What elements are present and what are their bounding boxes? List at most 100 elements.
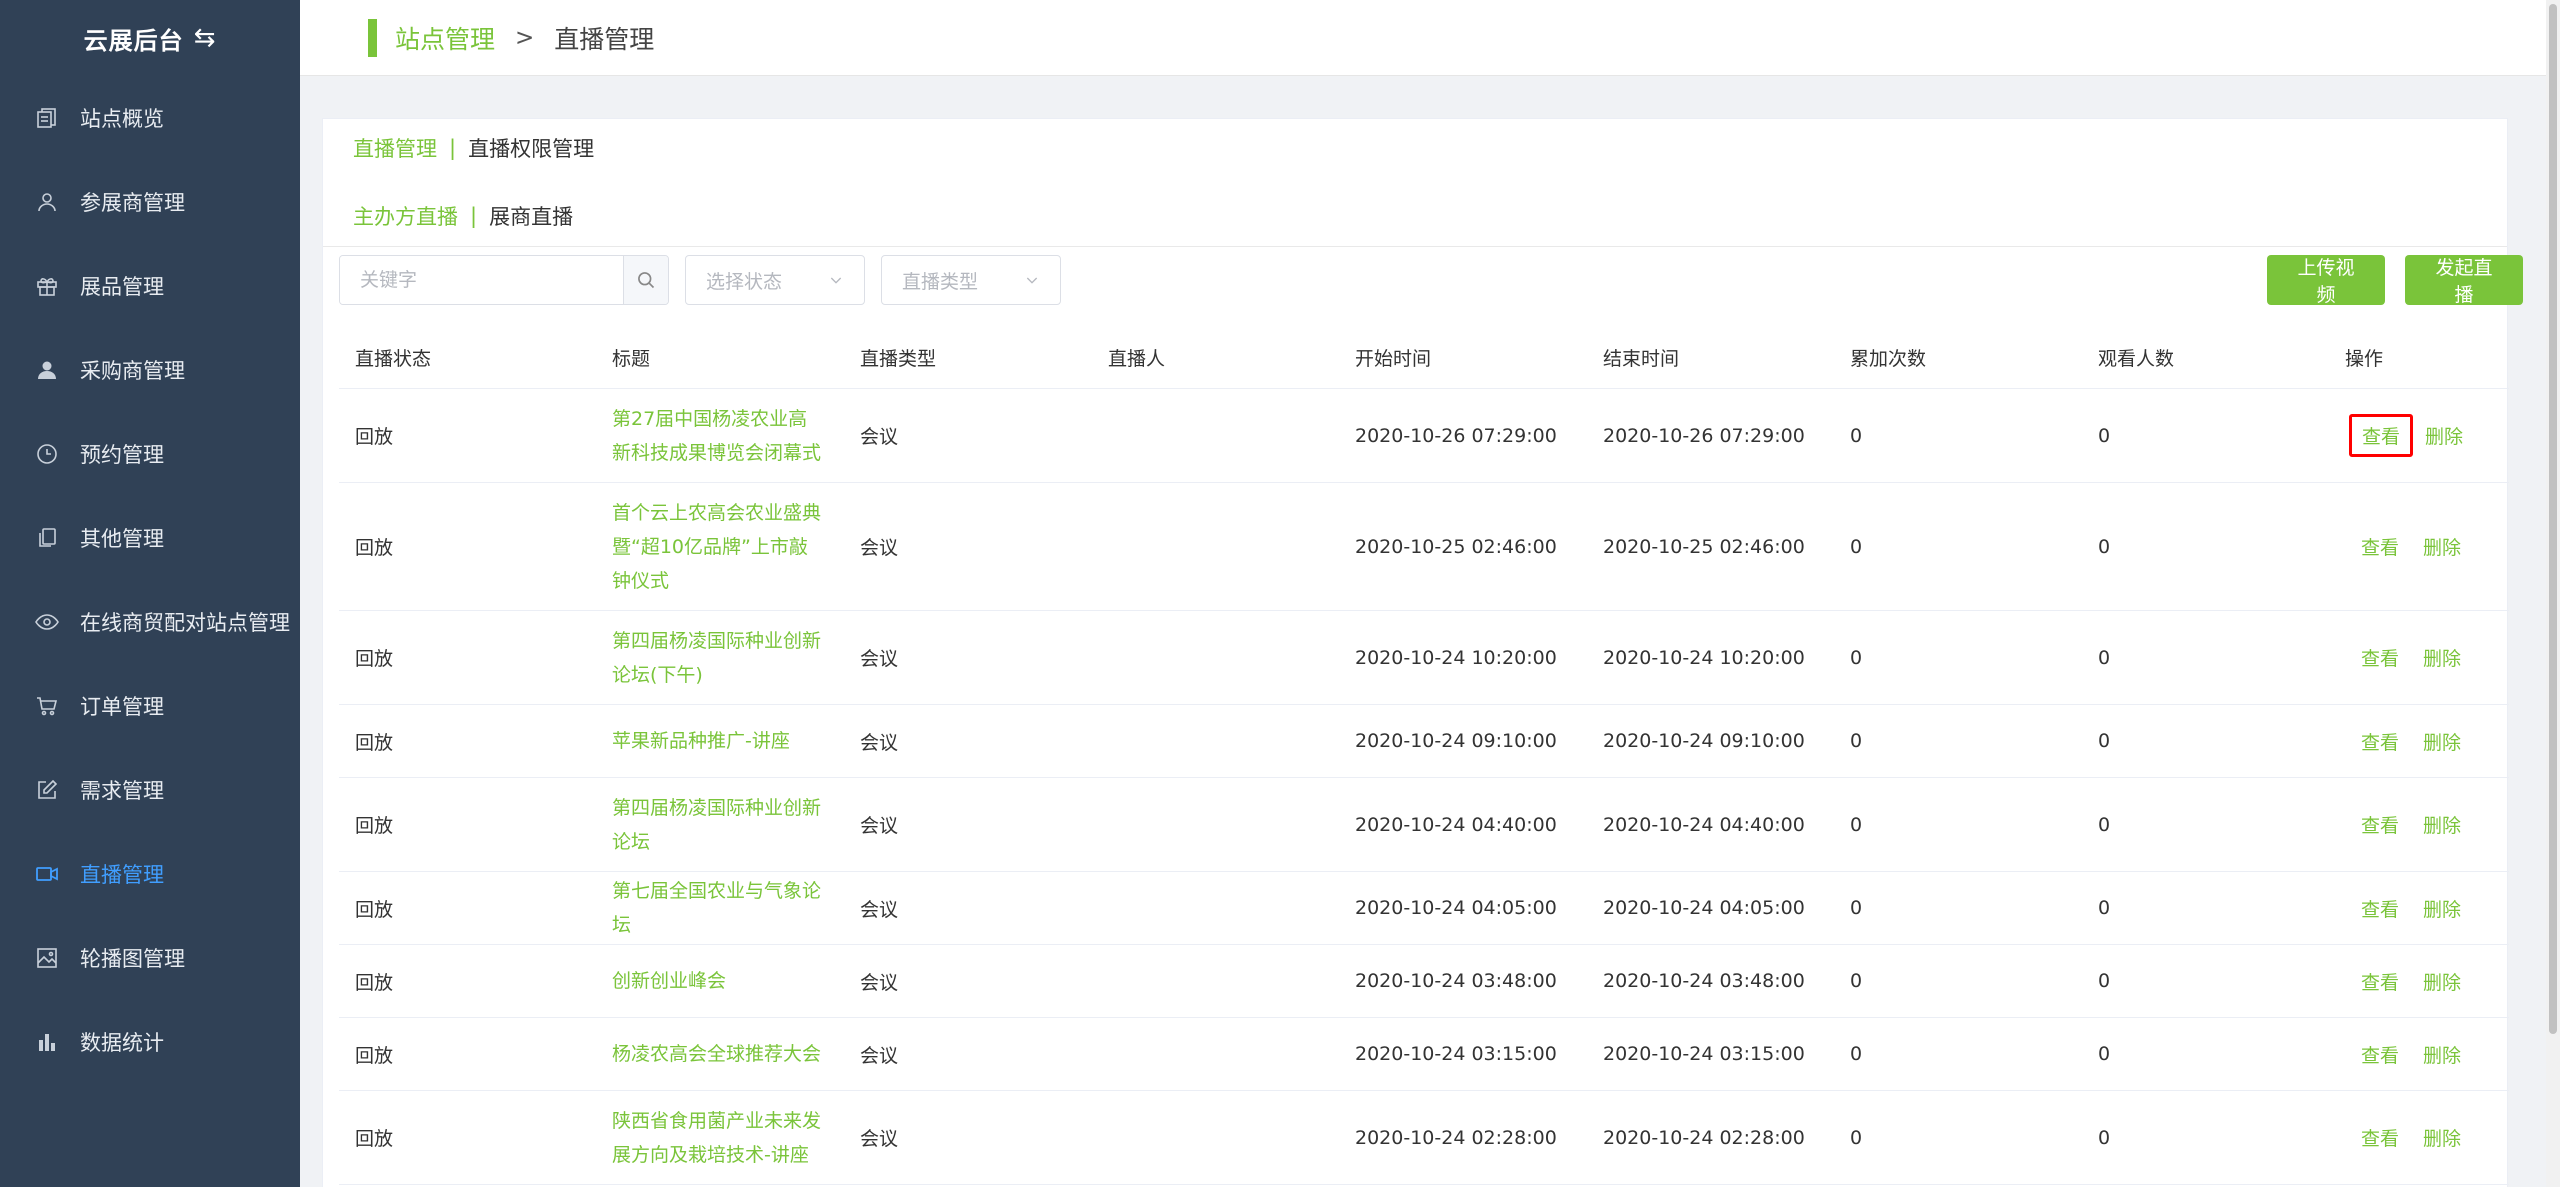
sidebar-item-label: 采购商管理 [80, 359, 185, 383]
delete-button[interactable]: 删除 [2411, 638, 2473, 677]
sidebar-item-label: 直播管理 [80, 863, 164, 887]
upload-video-button[interactable]: 上传视频 [2267, 255, 2385, 306]
live-type-select-placeholder: 直播类型 [902, 270, 979, 293]
view-button[interactable]: 查看 [2349, 722, 2411, 761]
edit-icon [34, 777, 60, 803]
sidebar-item-products[interactable]: 展品管理 [0, 244, 300, 328]
sidebar-item-matching[interactable]: 在线商贸配对站点管理 [0, 580, 300, 664]
delete-button[interactable]: 删除 [2411, 722, 2473, 761]
breadcrumb-link-site-management[interactable]: 站点管理 [395, 20, 495, 56]
cell-count: 0 [1850, 646, 1863, 669]
cell-actions: 查看 删除 [2329, 638, 2509, 677]
cell-title-link[interactable]: 第四届杨凌国际种业创新论坛(下午) [596, 624, 844, 692]
view-button[interactable]: 查看 [2349, 962, 2411, 1001]
view-button[interactable]: 查看 [2349, 638, 2411, 677]
cell-actions: 查看 删除 [2329, 1118, 2509, 1157]
cell-end-time: 2020-10-24 10:20:00 [1603, 646, 1805, 669]
sidebar-item-other[interactable]: 其他管理 [0, 496, 300, 580]
view-button[interactable]: 查看 [2349, 805, 2411, 844]
sidebar-item-live[interactable]: 直播管理 [0, 832, 300, 916]
cell-viewers: 0 [2098, 970, 2111, 992]
cell-type: 会议 [860, 1044, 899, 1067]
delete-button[interactable]: 删除 [2413, 416, 2475, 455]
cell-viewers: 0 [2098, 424, 2111, 447]
column-header-actions: 操作 [2345, 348, 2384, 370]
table-row: 回放 陕西省食用菌产业未来发展方向及栽培技术-讲座 会议 2020-10-24 … [339, 1091, 2509, 1185]
delete-button[interactable]: 删除 [2411, 962, 2473, 1001]
table-row: 回放 首个云上农高会农业盛典暨“超10亿品牌”上市敲钟仪式 会议 2020-10… [339, 483, 2509, 611]
cell-count: 0 [1850, 1126, 1863, 1149]
cell-status: 回放 [355, 898, 394, 921]
status-select[interactable]: 选择状态 [685, 255, 865, 305]
cell-title-link[interactable]: 首个云上农高会农业盛典暨“超10亿品牌”上市敲钟仪式 [596, 496, 844, 598]
cell-title-link[interactable]: 第27届中国杨凌农业高新科技成果博览会闭幕式 [596, 402, 844, 470]
cell-start-time: 2020-10-24 03:15:00 [1355, 1043, 1557, 1065]
sidebar-item-label: 在线商贸配对站点管理 [80, 611, 290, 635]
cell-actions: 查看 删除 [2329, 805, 2509, 844]
cell-status: 回放 [355, 426, 394, 448]
swap-icon[interactable]: ⇆ [194, 23, 217, 53]
tab-organizer-live[interactable]: 主办方直播 [353, 201, 458, 231]
cell-actions: 查看 删除 [2329, 527, 2509, 566]
live-table: 直播状态 标题 直播类型 直播人 开始时间 结束时间 累加次数 观看人数 操作 … [339, 327, 2509, 1185]
cell-viewers: 0 [2098, 1126, 2111, 1149]
table-row: 回放 苹果新品种推广-讲座 会议 2020-10-24 09:10:00 202… [339, 705, 2509, 778]
search-box [339, 255, 669, 305]
column-header-title: 标题 [612, 348, 651, 370]
live-type-select[interactable]: 直播类型 [881, 255, 1061, 305]
sidebar-item-statistics[interactable]: 数据统计 [0, 1000, 300, 1084]
cell-title-link[interactable]: 第七届全国农业与气象论坛 [596, 874, 844, 942]
cell-start-time: 2020-10-24 09:10:00 [1355, 730, 1557, 752]
cart-icon [34, 693, 60, 719]
sidebar-nav: 站点概览 参展商管理 展品管理 采购商管理 预约管理 其他管理 在线商贸配对站点… [0, 76, 300, 1084]
cell-start-time: 2020-10-24 10:20:00 [1355, 646, 1557, 669]
start-live-button[interactable]: 发起直播 [2405, 255, 2523, 306]
search-button[interactable] [623, 256, 668, 304]
delete-button[interactable]: 删除 [2411, 527, 2473, 566]
sidebar-item-carousel[interactable]: 轮播图管理 [0, 916, 300, 1000]
sidebar-item-label: 站点概览 [80, 107, 164, 131]
cell-start-time: 2020-10-24 04:40:00 [1355, 813, 1557, 836]
breadcrumb-accent-bar [368, 18, 377, 57]
view-button[interactable]: 查看 [2349, 1118, 2411, 1157]
user-solid-icon [34, 357, 60, 383]
scrollbar-thumb[interactable] [2549, 4, 2557, 1034]
cell-title-link[interactable]: 创新创业峰会 [596, 964, 844, 998]
cell-status: 回放 [355, 648, 394, 670]
cell-viewers: 0 [2098, 897, 2111, 919]
view-button[interactable]: 查看 [2349, 1035, 2411, 1074]
tab-exhibitor-live[interactable]: 展商直播 [489, 201, 573, 231]
cell-status: 回放 [355, 815, 394, 837]
cell-title-link[interactable]: 苹果新品种推广-讲座 [596, 724, 844, 758]
tab-live-permissions[interactable]: 直播权限管理 [468, 133, 594, 163]
vertical-scrollbar[interactable] [2546, 0, 2560, 1187]
delete-button[interactable]: 删除 [2411, 1118, 2473, 1157]
sidebar-item-exhibitors[interactable]: 参展商管理 [0, 160, 300, 244]
cell-start-time: 2020-10-24 02:28:00 [1355, 1126, 1557, 1149]
sidebar-item-buyers[interactable]: 采购商管理 [0, 328, 300, 412]
copy-icon [34, 525, 60, 551]
picture-icon [34, 945, 60, 971]
sidebar-item-orders[interactable]: 订单管理 [0, 664, 300, 748]
view-button[interactable]: 查看 [2349, 527, 2411, 566]
keyword-search-input[interactable] [340, 256, 623, 304]
table-row: 回放 第27届中国杨凌农业高新科技成果博览会闭幕式 会议 2020-10-26 … [339, 389, 2509, 483]
view-button[interactable]: 查看 [2349, 889, 2411, 928]
sidebar-item-label: 其他管理 [80, 527, 164, 551]
sidebar-item-label: 需求管理 [80, 779, 164, 803]
delete-button[interactable]: 删除 [2411, 889, 2473, 928]
overview-icon [34, 105, 60, 131]
cell-title-link[interactable]: 陕西省食用菌产业未来发展方向及栽培技术-讲座 [596, 1104, 844, 1172]
delete-button[interactable]: 删除 [2411, 805, 2473, 844]
cell-status: 回放 [355, 971, 394, 994]
cell-title-link[interactable]: 第四届杨凌国际种业创新论坛 [596, 791, 844, 859]
tab-live-management[interactable]: 直播管理 [353, 133, 437, 163]
sidebar-item-appointments[interactable]: 预约管理 [0, 412, 300, 496]
delete-button[interactable]: 删除 [2411, 1035, 2473, 1074]
sidebar-item-overview[interactable]: 站点概览 [0, 76, 300, 160]
view-button[interactable]: 查看 [2349, 414, 2414, 457]
cell-title-link[interactable]: 杨凌农高会全球推荐大会 [596, 1037, 844, 1071]
brand: 云展后台 ⇆ [0, 0, 300, 76]
app-root: 云展后台 ⇆ 站点概览 参展商管理 展品管理 采购商管理 预约管理 其他管理 在… [0, 0, 2560, 1187]
sidebar-item-demands[interactable]: 需求管理 [0, 748, 300, 832]
